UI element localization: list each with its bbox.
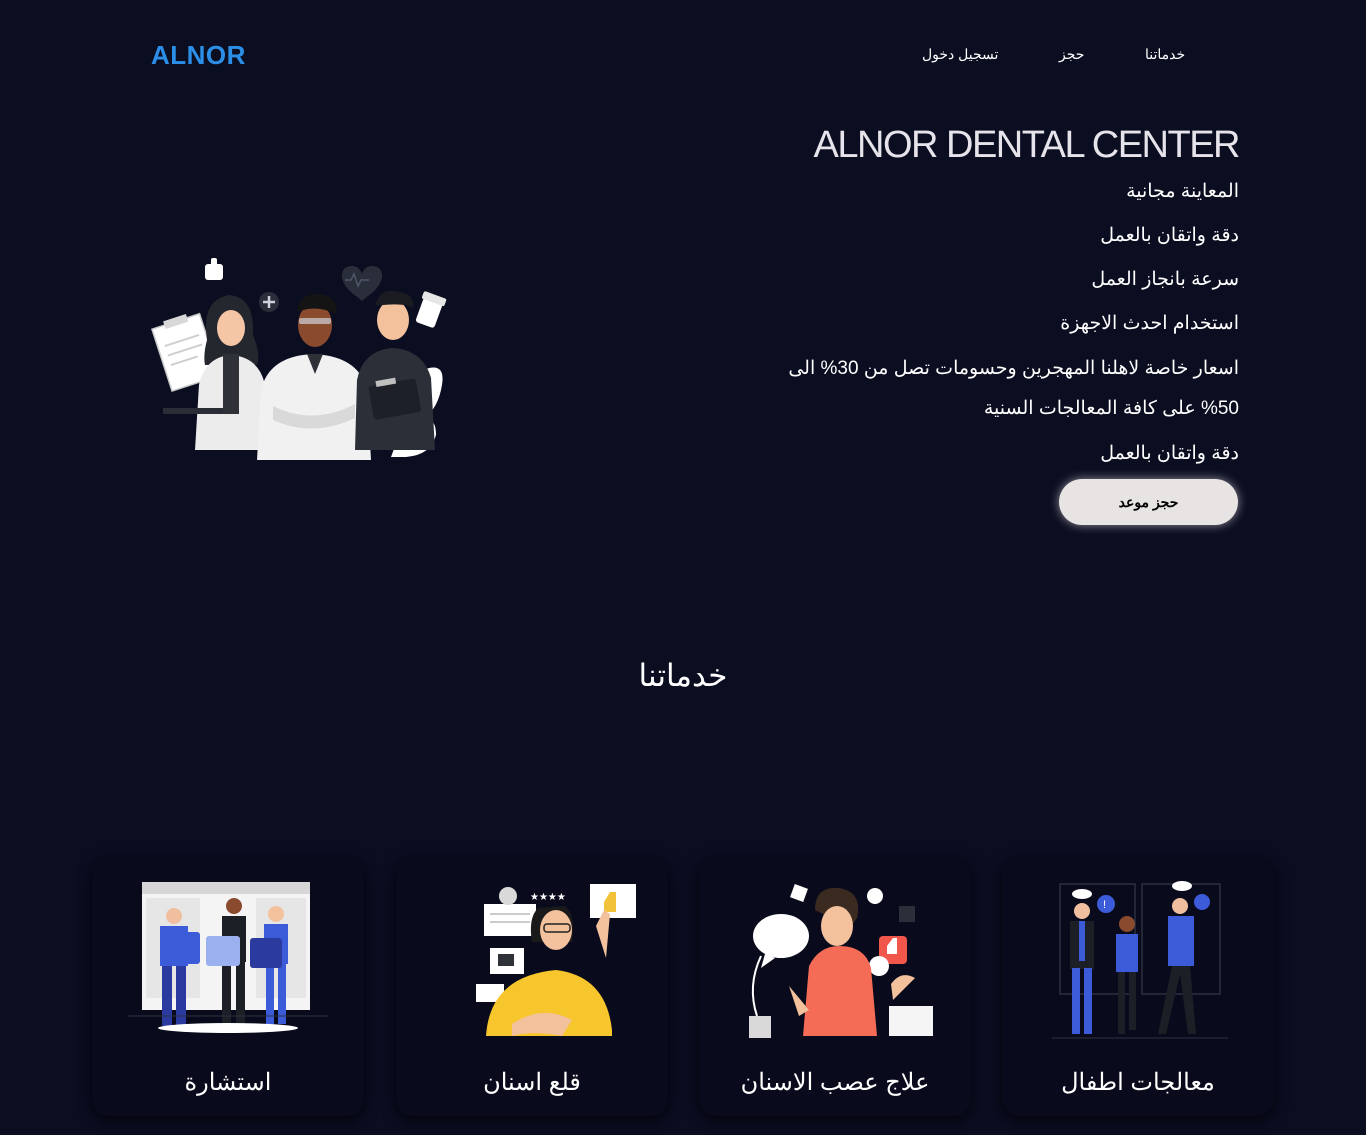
- service-card-kids[interactable]: ! معالجات اطفال: [1002, 858, 1274, 1116]
- service-card-consultation[interactable]: استشارة: [92, 858, 364, 1116]
- feature-free-exam: المعاينة مجانية: [1126, 181, 1239, 202]
- feature-modern-equipment: استخدام احدث الاجهزة: [1060, 313, 1239, 334]
- nav-services[interactable]: خدماتنا: [1145, 46, 1185, 63]
- nav-booking[interactable]: حجز: [1059, 46, 1084, 63]
- svg-text:★★★★: ★★★★: [530, 892, 566, 903]
- business-people-illustration: !: [1052, 881, 1228, 1039]
- woman-feedback-illustration: ★★★★: [476, 884, 636, 1036]
- svg-text:!: !: [1103, 899, 1106, 911]
- hero-title: ALNOR DENTAL CENTER: [813, 124, 1241, 166]
- man-speech-bubble-illustration: [749, 884, 933, 1038]
- service-label: علاج عصب الاسنان: [740, 1069, 930, 1096]
- nav-login[interactable]: تسجيل دخول: [922, 46, 998, 63]
- feature-special-prices: اسعار خاصة لاهلنا المهجرين وحسومات تصل م…: [788, 358, 1239, 419]
- feature-precision: دقة واتقان بالعمل: [1100, 225, 1239, 246]
- team-puzzle-illustration: [128, 882, 328, 1033]
- logo[interactable]: ALNOR: [151, 40, 246, 71]
- service-label: معالجات اطفال: [1061, 1069, 1215, 1096]
- service-card-extraction[interactable]: ★★★★ قلع اسنان: [396, 858, 668, 1116]
- doctors-team-illustration: [145, 250, 465, 460]
- feature-precision-repeat: دقة واتقان بالعمل: [1100, 443, 1239, 464]
- service-label: استشارة: [184, 1069, 272, 1096]
- service-card-root-canal[interactable]: علاج عصب الاسنان: [699, 858, 971, 1116]
- service-label: قلع اسنان: [483, 1069, 581, 1096]
- feature-speed: سرعة بانجاز العمل: [1091, 269, 1239, 290]
- book-appointment-button[interactable]: حجز موعد: [1059, 479, 1238, 525]
- services-title: خدماتنا: [638, 658, 728, 693]
